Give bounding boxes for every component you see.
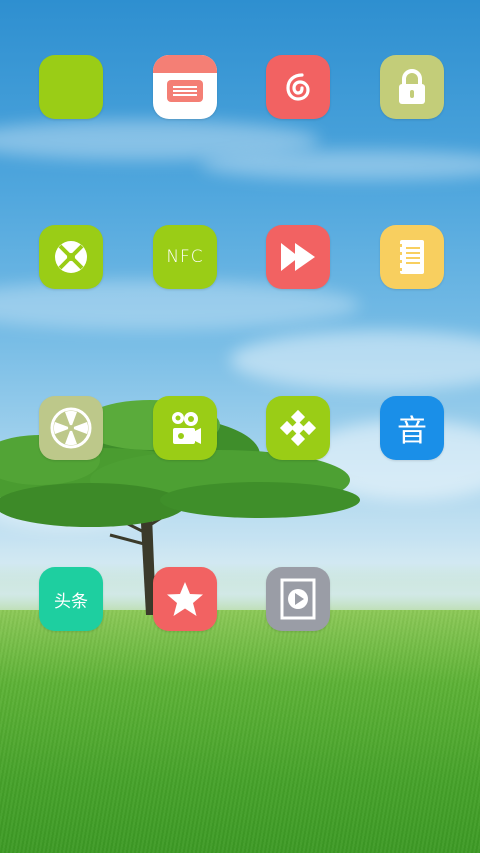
- home-screen: NFC 音 头条: [0, 0, 480, 853]
- video-camera-icon: [172, 412, 201, 444]
- toutiao-icon: 头条: [54, 591, 88, 612]
- star-app[interactable]: [153, 567, 217, 631]
- fan-icon: [50, 407, 92, 449]
- diamond-dots-icon: [279, 409, 317, 447]
- notebook-icon: [398, 240, 424, 274]
- aperture-app[interactable]: [39, 225, 103, 289]
- notebook-app[interactable]: [380, 225, 444, 289]
- aperture-icon: [55, 241, 87, 273]
- toutiao-app[interactable]: 头条: [39, 567, 103, 631]
- video-player-app[interactable]: [266, 567, 330, 631]
- blank-green-app[interactable]: [39, 55, 103, 119]
- video-player-icon: [280, 578, 316, 620]
- netease-music-app[interactable]: [266, 55, 330, 119]
- fast-forward-app[interactable]: [266, 225, 330, 289]
- fast-forward-icon: [281, 243, 315, 271]
- music-yin-app[interactable]: 音: [380, 396, 444, 460]
- music-yin-icon: 音: [397, 414, 427, 449]
- lock-icon: [399, 69, 425, 104]
- star-icon: [167, 582, 203, 616]
- message-card-icon: [167, 80, 203, 102]
- message-card-app[interactable]: [153, 55, 217, 119]
- diamond-dots-app[interactable]: [266, 396, 330, 460]
- fan-app[interactable]: [39, 396, 103, 460]
- video-camera-app[interactable]: [153, 396, 217, 460]
- nfc-icon: NFC: [166, 247, 204, 267]
- netease-music-icon: [286, 73, 310, 101]
- lock-app[interactable]: [380, 55, 444, 119]
- nfc-app[interactable]: NFC: [153, 225, 217, 289]
